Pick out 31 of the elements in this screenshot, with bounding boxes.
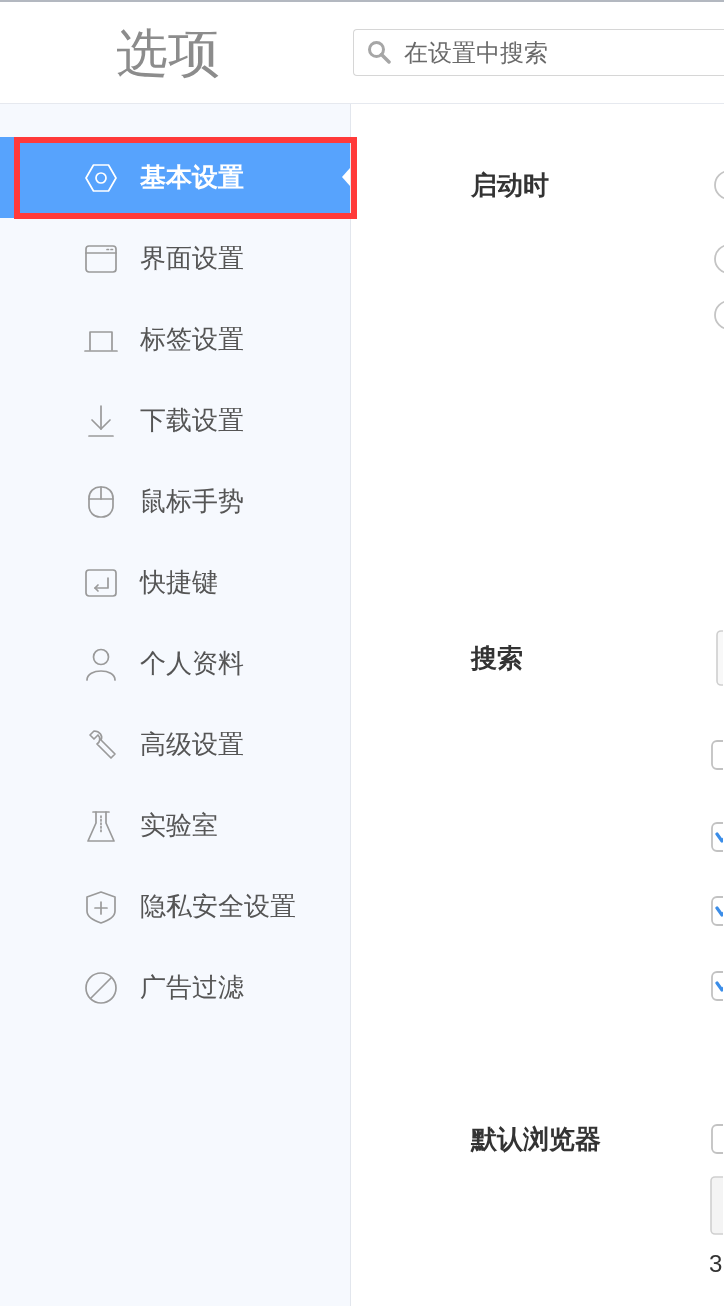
sidebar-item[interactable]: 界面设置	[0, 218, 350, 299]
search-field[interactable]: 在设置中搜索	[353, 29, 724, 76]
checkbox[interactable]	[711, 740, 723, 770]
sidebar-item[interactable]: 广告过滤	[0, 947, 350, 1028]
checkbox[interactable]	[711, 971, 723, 1001]
flask-icon	[84, 808, 118, 843]
radio-button[interactable]	[714, 300, 724, 330]
sidebar-item[interactable]: 实验室	[0, 785, 350, 866]
action-button[interactable]	[710, 1176, 723, 1235]
section-title: 默认浏览器	[471, 1124, 601, 1154]
section-title: 搜索	[471, 643, 523, 673]
page-title: 选项	[116, 22, 220, 83]
sidebar-item[interactable]: 快捷键	[0, 542, 350, 623]
radio-button[interactable]	[714, 170, 724, 200]
search-icon	[367, 40, 391, 64]
sidebar-item[interactable]: 鼠标手势	[0, 461, 350, 542]
checkbox[interactable]	[711, 1124, 723, 1154]
radio-button[interactable]	[714, 244, 724, 274]
prohibited-icon	[84, 970, 118, 1005]
shield-icon	[84, 889, 118, 924]
checkbox[interactable]	[711, 822, 723, 852]
sidebar-item[interactable]: 下载设置	[0, 380, 350, 461]
sidebar-item[interactable]: 高级设置	[0, 704, 350, 785]
person-icon	[84, 646, 118, 681]
sidebar-item[interactable]: 隐私安全设置	[0, 866, 350, 947]
sidebar-item[interactable]: 个人资料	[0, 623, 350, 704]
dropdown[interactable]	[716, 630, 723, 686]
sidebar-item[interactable]: 标签设置	[0, 299, 350, 380]
value-text: 3	[709, 1250, 723, 1278]
section-title: 启动时	[471, 170, 549, 200]
checkbox[interactable]	[711, 896, 723, 926]
